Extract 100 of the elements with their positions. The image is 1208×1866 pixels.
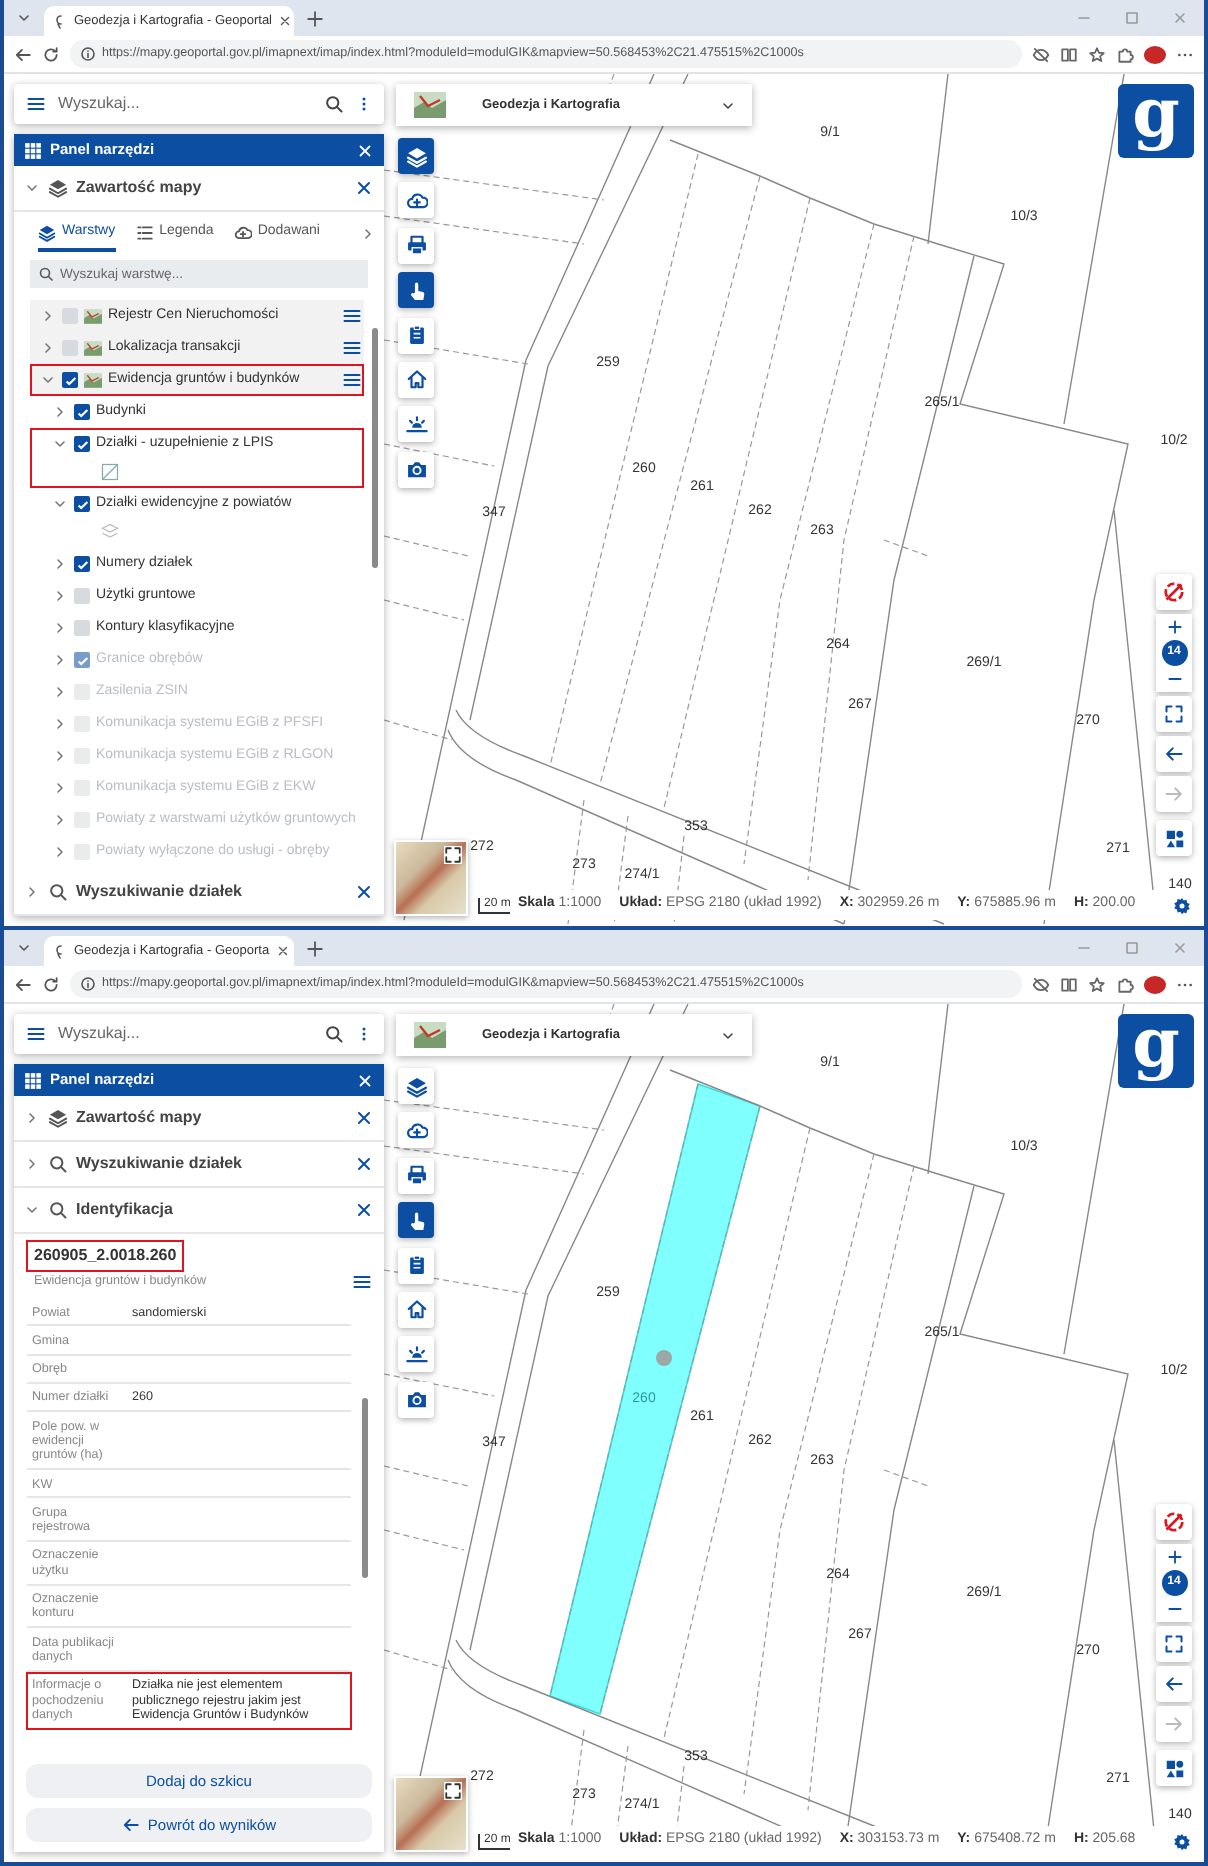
section-title[interactable]: Wyszukiwanie działek: [76, 880, 346, 904]
section-title[interactable]: Identyfikacja: [76, 1198, 346, 1222]
menu-icon[interactable]: [342, 306, 362, 326]
chevron-right-icon[interactable]: [24, 884, 40, 900]
scrollbar-thumb[interactable]: [372, 328, 378, 568]
checkbox[interactable]: [62, 340, 78, 356]
chevron-right-icon[interactable]: [24, 1156, 40, 1172]
camera-tool-button[interactable]: [398, 1381, 434, 1418]
cloud-tool-button[interactable]: [398, 182, 434, 219]
chevron-right-icon[interactable]: [359, 226, 376, 242]
star-icon[interactable]: [1088, 45, 1106, 63]
house-tool-button[interactable]: [398, 1291, 434, 1328]
search-field[interactable]: Wyszukaj...: [58, 1022, 312, 1046]
rotation-lock-button[interactable]: [1156, 574, 1192, 610]
expand-icon[interactable]: [444, 1782, 462, 1800]
hand-pointer-tool-button[interactable]: [398, 1202, 434, 1239]
chevron-down-icon[interactable]: [24, 180, 40, 196]
chevron-right-icon[interactable]: [40, 308, 56, 324]
settings-icon[interactable]: [1171, 895, 1192, 915]
menu-icon[interactable]: [26, 1024, 46, 1044]
layers-tool-button[interactable]: [398, 138, 434, 174]
logo[interactable]: g: [1118, 84, 1194, 158]
checkbox[interactable]: [74, 496, 90, 512]
close-icon[interactable]: [354, 1154, 374, 1174]
checkbox[interactable]: [74, 556, 90, 572]
hand-pointer-tool-button[interactable]: [398, 272, 434, 309]
eye-slash-icon[interactable]: [1032, 975, 1050, 993]
profile-avatar[interactable]: [1144, 975, 1166, 993]
search-icon[interactable]: [324, 94, 344, 114]
close-icon[interactable]: [354, 1200, 374, 1220]
close-icon[interactable]: [354, 1108, 374, 1128]
eye-slash-icon[interactable]: [1032, 45, 1050, 63]
overview-map[interactable]: [394, 1776, 468, 1852]
house-tool-button[interactable]: [398, 361, 434, 398]
basemap-switch-button[interactable]: [1156, 1750, 1192, 1786]
checkbox[interactable]: [62, 372, 78, 388]
rotation-lock-button[interactable]: [1156, 1504, 1192, 1540]
chevron-right-icon[interactable]: [52, 404, 68, 420]
clipboard-tool-button[interactable]: [398, 317, 434, 354]
star-icon[interactable]: [1088, 975, 1106, 993]
checkbox[interactable]: [74, 588, 90, 604]
search-icon[interactable]: [324, 1024, 344, 1044]
new-tab-icon[interactable]: [306, 9, 324, 27]
expand-icon[interactable]: [444, 846, 462, 864]
previous-view-button[interactable]: [1156, 1666, 1192, 1702]
back-icon[interactable]: [14, 45, 32, 63]
settings-icon[interactable]: [1171, 1831, 1192, 1851]
camera-tool-button[interactable]: [398, 451, 434, 488]
close-icon[interactable]: [354, 178, 374, 198]
zoom-in-icon[interactable]: [1165, 1548, 1183, 1566]
menu-icon[interactable]: [352, 1272, 372, 1292]
chevron-down-icon[interactable]: [52, 436, 68, 452]
reload-icon[interactable]: [42, 975, 60, 993]
book-icon[interactable]: [1060, 975, 1078, 993]
layers-tool-button[interactable]: [398, 1068, 434, 1104]
scrollbar-thumb[interactable]: [362, 1398, 368, 1578]
search-field[interactable]: Wyszukaj...: [58, 92, 312, 116]
section-title[interactable]: Zawartość mapy: [76, 176, 346, 200]
puzzle-icon[interactable]: [1116, 975, 1134, 993]
chevron-right-icon[interactable]: [24, 1110, 40, 1126]
profile-avatar[interactable]: [1144, 45, 1166, 63]
menu-icon[interactable]: [26, 94, 46, 114]
chevron-down-icon[interactable]: [16, 940, 32, 956]
menu-icon[interactable]: [342, 338, 362, 358]
book-icon[interactable]: [1060, 45, 1078, 63]
checkbox[interactable]: [74, 436, 90, 452]
new-tab-icon[interactable]: [306, 939, 324, 957]
previous-view-button[interactable]: [1156, 736, 1192, 772]
chevron-right-icon[interactable]: [52, 588, 68, 604]
close-icon[interactable]: [278, 14, 292, 28]
fullscreen-button[interactable]: [1156, 696, 1192, 732]
clipboard-tool-button[interactable]: [398, 1247, 434, 1284]
back-icon[interactable]: [14, 975, 32, 993]
zoom-in-icon[interactable]: [1165, 618, 1183, 636]
puzzle-icon[interactable]: [1116, 45, 1134, 63]
fullscreen-button[interactable]: [1156, 1626, 1192, 1662]
close-icon[interactable]: [275, 944, 290, 958]
chevron-down-icon[interactable]: [52, 496, 68, 512]
sunrise-tool-button[interactable]: [398, 1336, 434, 1373]
chevron-down-icon[interactable]: [40, 372, 56, 388]
section-title[interactable]: Wyszukiwanie działek: [76, 1152, 346, 1176]
printer-tool-button[interactable]: [398, 227, 434, 264]
close-icon[interactable]: [354, 882, 374, 902]
menu-icon[interactable]: [342, 370, 362, 390]
cloud-tool-button[interactable]: [398, 1112, 434, 1149]
checkbox[interactable]: [74, 404, 90, 420]
logo[interactable]: g: [1118, 1014, 1194, 1088]
chevron-right-icon[interactable]: [40, 340, 56, 356]
chevron-down-icon[interactable]: [16, 10, 32, 26]
basemap-switch-button[interactable]: [1156, 820, 1192, 856]
sunrise-tool-button[interactable]: [398, 406, 434, 443]
printer-tool-button[interactable]: [398, 1157, 434, 1194]
reload-icon[interactable]: [42, 45, 60, 63]
section-title[interactable]: Zawartość mapy: [76, 1106, 346, 1130]
chevron-right-icon[interactable]: [52, 620, 68, 636]
checkbox[interactable]: [74, 620, 90, 636]
chevron-right-icon[interactable]: [52, 556, 68, 572]
chevron-down-icon[interactable]: [24, 1202, 40, 1218]
overview-map[interactable]: [394, 840, 468, 916]
checkbox[interactable]: [62, 308, 78, 324]
